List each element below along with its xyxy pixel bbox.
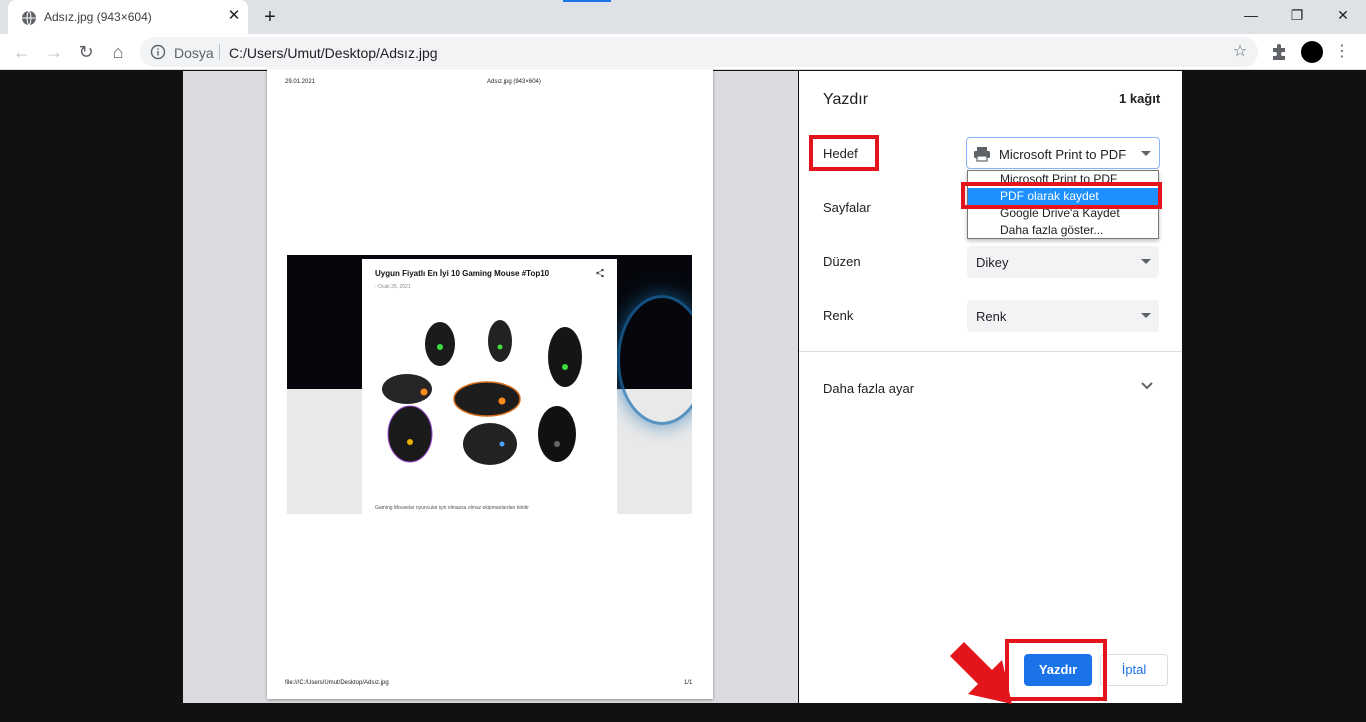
forward-button[interactable]: → <box>40 38 68 66</box>
extensions-puzzle-icon[interactable] <box>1268 42 1290 62</box>
expand-chevron-icon[interactable] <box>1139 377 1155 393</box>
print-preview-viewport: 29.01.2021 Adsız.jpg (943×604) Uygun Fiy… <box>0 69 1366 722</box>
color-label: Renk <box>823 308 854 323</box>
reload-button[interactable]: ↻ <box>72 38 100 66</box>
color-select[interactable]: Renk <box>967 300 1159 332</box>
tab-close-icon[interactable]: ✕ <box>226 8 242 24</box>
layout-select[interactable]: Dikey <box>967 246 1159 278</box>
minimize-button[interactable]: — <box>1228 0 1274 30</box>
close-window-button[interactable]: ✕ <box>1320 0 1366 30</box>
page-header-date: 29.01.2021 <box>285 79 316 85</box>
layout-label: Düzen <box>823 254 861 269</box>
page-footer-path: file:///C:/Users/Umut/Desktop/Adsız.jpg <box>285 680 389 686</box>
highlight-destination-label <box>809 135 879 171</box>
browser-menu-icon[interactable]: ⋮ <box>1334 40 1350 64</box>
more-settings-label[interactable]: Daha fazla ayar <box>823 381 914 396</box>
url-text[interactable]: C:/Users/Umut/Desktop/Adsız.jpg <box>229 45 438 61</box>
chevron-down-icon <box>1141 313 1151 318</box>
address-separator <box>219 44 220 60</box>
restore-button[interactable]: ❐ <box>1274 0 1320 30</box>
page-footer-number: 1/1 <box>684 680 693 686</box>
color-value: Renk <box>976 309 1007 324</box>
tab-title: Adsız.jpg (943×604) <box>44 10 152 24</box>
preview-image: Uygun Fiyatlı En İyi 10 Gaming Mouse #To… <box>287 255 692 514</box>
destination-select[interactable]: Microsoft Print to PDF <box>966 137 1160 169</box>
print-title: Yazdır <box>823 91 869 108</box>
browser-tab[interactable]: Adsız.jpg (943×604) ✕ <box>8 0 248 34</box>
new-tab-button[interactable]: + <box>258 5 282 29</box>
chevron-down-icon <box>1141 151 1151 156</box>
highlight-save-as-pdf-option <box>961 182 1162 209</box>
bookmark-star-icon[interactable]: ☆ <box>1230 42 1250 62</box>
image-blue-glow <box>617 295 692 425</box>
cancel-button[interactable]: İptal <box>1100 654 1168 686</box>
pages-label: Sayfalar <box>823 200 871 215</box>
article-date: - Ocak 25, 2021 <box>375 284 411 290</box>
chevron-down-icon <box>1141 259 1151 264</box>
address-bar[interactable]: Dosya C:/Users/Umut/Desktop/Adsız.jpg ☆ <box>140 37 1258 67</box>
article-title: Uygun Fiyatlı En İyi 10 Gaming Mouse #To… <box>375 269 550 278</box>
profile-avatar[interactable] <box>1301 41 1323 63</box>
home-button[interactable]: ⌂ <box>104 38 132 66</box>
sheet-count: 1 kağıt <box>1119 91 1161 106</box>
printer-icon <box>974 147 990 162</box>
red-arrow-icon <box>950 642 1012 704</box>
back-button[interactable]: ← <box>8 38 36 66</box>
article-card: Uygun Fiyatlı En İyi 10 Gaming Mouse #To… <box>362 259 617 514</box>
info-icon[interactable] <box>150 44 166 60</box>
tab-strip-accent <box>563 0 611 2</box>
browser-toolbar: ← → ↻ ⌂ Dosya C:/Users/Umut/Desktop/Adsı… <box>0 34 1366 70</box>
url-scheme-label: Dosya <box>174 45 214 61</box>
page-header-title: Adsız.jpg (943×604) <box>487 79 541 85</box>
share-icon <box>596 268 604 278</box>
settings-divider <box>799 351 1182 352</box>
article-caption: Gaming Mouselar oyuncular için olmazsa o… <box>375 505 529 511</box>
destination-option-show-more[interactable]: Daha fazla göster... <box>968 222 1158 239</box>
globe-icon <box>22 10 36 26</box>
layout-value: Dikey <box>976 255 1009 270</box>
preview-page: 29.01.2021 Adsız.jpg (943×604) Uygun Fiy… <box>267 69 713 699</box>
tab-strip: Adsız.jpg (943×604) ✕ + — ❐ ✕ <box>0 0 1366 34</box>
destination-value: Microsoft Print to PDF <box>999 147 1127 162</box>
highlight-print-button <box>1005 639 1107 701</box>
gaming-mice-illustration <box>382 320 582 465</box>
